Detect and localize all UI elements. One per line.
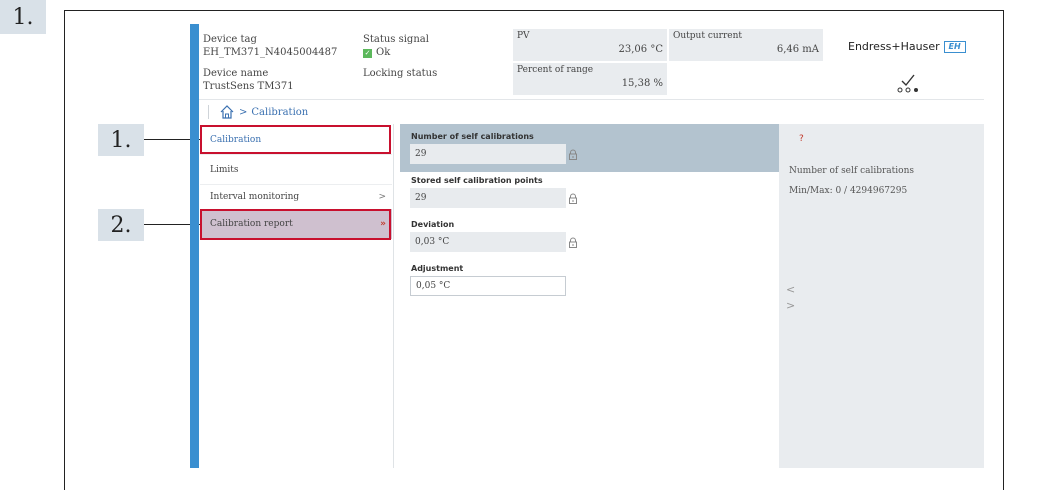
- lock-icon: [569, 237, 577, 248]
- percent-of-range-label: Percent of range: [517, 65, 594, 75]
- chevron-right-icon[interactable]: >: [786, 299, 795, 312]
- help-icon[interactable]: ?: [799, 134, 804, 144]
- nav-item-interval-monitoring[interactable]: Interval monitoring >: [200, 182, 392, 212]
- nav-item-calibration-report[interactable]: Calibration report »: [200, 209, 392, 239]
- field-value-stored-self-calibration-points: 29: [410, 188, 566, 208]
- field-label-stored-self-calibration-points: Stored self calibration points: [411, 176, 543, 185]
- chevron-right-icon: >: [378, 191, 386, 202]
- brand-logo: Endress+Hauser EH: [848, 40, 966, 53]
- breadcrumb-divider: [208, 105, 209, 119]
- nav-divider: [393, 124, 394, 468]
- help-range: Min/Max: 0 / 4294967295: [789, 186, 908, 196]
- device-tag-label: Device tag: [203, 34, 257, 45]
- double-chevron-right-icon: »: [380, 219, 386, 229]
- locking-status-label: Locking status: [363, 68, 438, 79]
- status-ok-icon: ✓: [363, 49, 372, 58]
- pv-value: 23,06 °C: [618, 44, 663, 55]
- help-title: Number of self calibrations: [789, 166, 915, 176]
- status-signal-label: Status signal: [363, 34, 429, 45]
- status-signal-value: Ok: [376, 47, 391, 58]
- pv-label: PV: [517, 31, 530, 41]
- output-current-box: Output current 6,46 mA: [669, 29, 823, 61]
- device-tag-value: EH_TM371_N4045004487: [203, 47, 338, 58]
- percent-of-range-value: 15,38 %: [621, 78, 663, 89]
- lock-icon: [569, 149, 577, 160]
- device-name-value: TrustSens TM371: [203, 81, 294, 92]
- output-current-value: 6,46 mA: [776, 44, 819, 55]
- field-label-number-of-self-calibrations: Number of self calibrations: [411, 132, 534, 141]
- brand-name: Endress+Hauser: [848, 40, 940, 53]
- breadcrumb-separator: >: [239, 106, 248, 118]
- step-number-main: 1.: [0, 0, 46, 34]
- left-accent-bar: [190, 24, 199, 468]
- field-value-number-of-self-calibrations: 29: [410, 144, 566, 164]
- check-dots-icon[interactable]: [895, 72, 921, 94]
- pv-box: PV 23,06 °C: [513, 29, 667, 61]
- field-label-adjustment: Adjustment: [411, 264, 464, 273]
- lock-icon: [569, 193, 577, 204]
- percent-of-range-box: Percent of range 15,38 %: [513, 63, 667, 95]
- field-label-deviation: Deviation: [411, 220, 455, 229]
- home-icon[interactable]: [219, 104, 235, 120]
- nav-item-calibration[interactable]: Calibration: [200, 125, 392, 155]
- nav-item-limits[interactable]: Limits: [200, 155, 392, 185]
- field-value-deviation: 0,03 °C: [410, 232, 566, 252]
- chevron-left-icon[interactable]: <: [786, 283, 795, 296]
- nav-item-label: Limits: [210, 164, 239, 175]
- header-divider: [199, 99, 984, 100]
- nav-item-label: Calibration: [210, 134, 262, 145]
- brand-mark: EH: [943, 40, 966, 53]
- breadcrumb-current[interactable]: Calibration: [251, 107, 308, 118]
- output-current-label: Output current: [673, 31, 743, 41]
- nav-item-label: Calibration report: [210, 219, 293, 229]
- breadcrumb: > Calibration: [208, 102, 308, 122]
- adjustment-input[interactable]: 0,05 °C: [410, 276, 566, 296]
- device-name-label: Device name: [203, 68, 269, 79]
- nav-item-label: Interval monitoring: [210, 191, 300, 202]
